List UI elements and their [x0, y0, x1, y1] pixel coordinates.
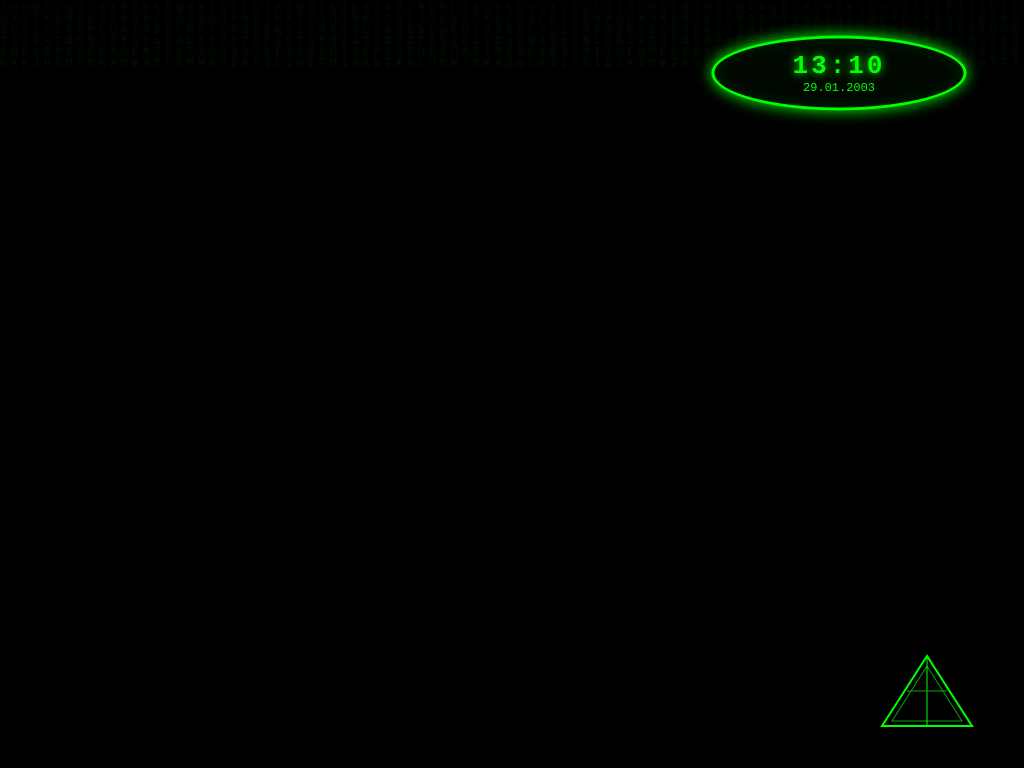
clock-date: 29.01.2003 [792, 81, 885, 95]
clock-time: 13:10 [792, 51, 885, 81]
clock-container: 13:10 29.01.2003 [709, 33, 969, 113]
matrix-background [0, 0, 1024, 768]
clock-inner: 13:10 29.01.2003 [792, 51, 885, 95]
logo-triangle [877, 651, 977, 731]
